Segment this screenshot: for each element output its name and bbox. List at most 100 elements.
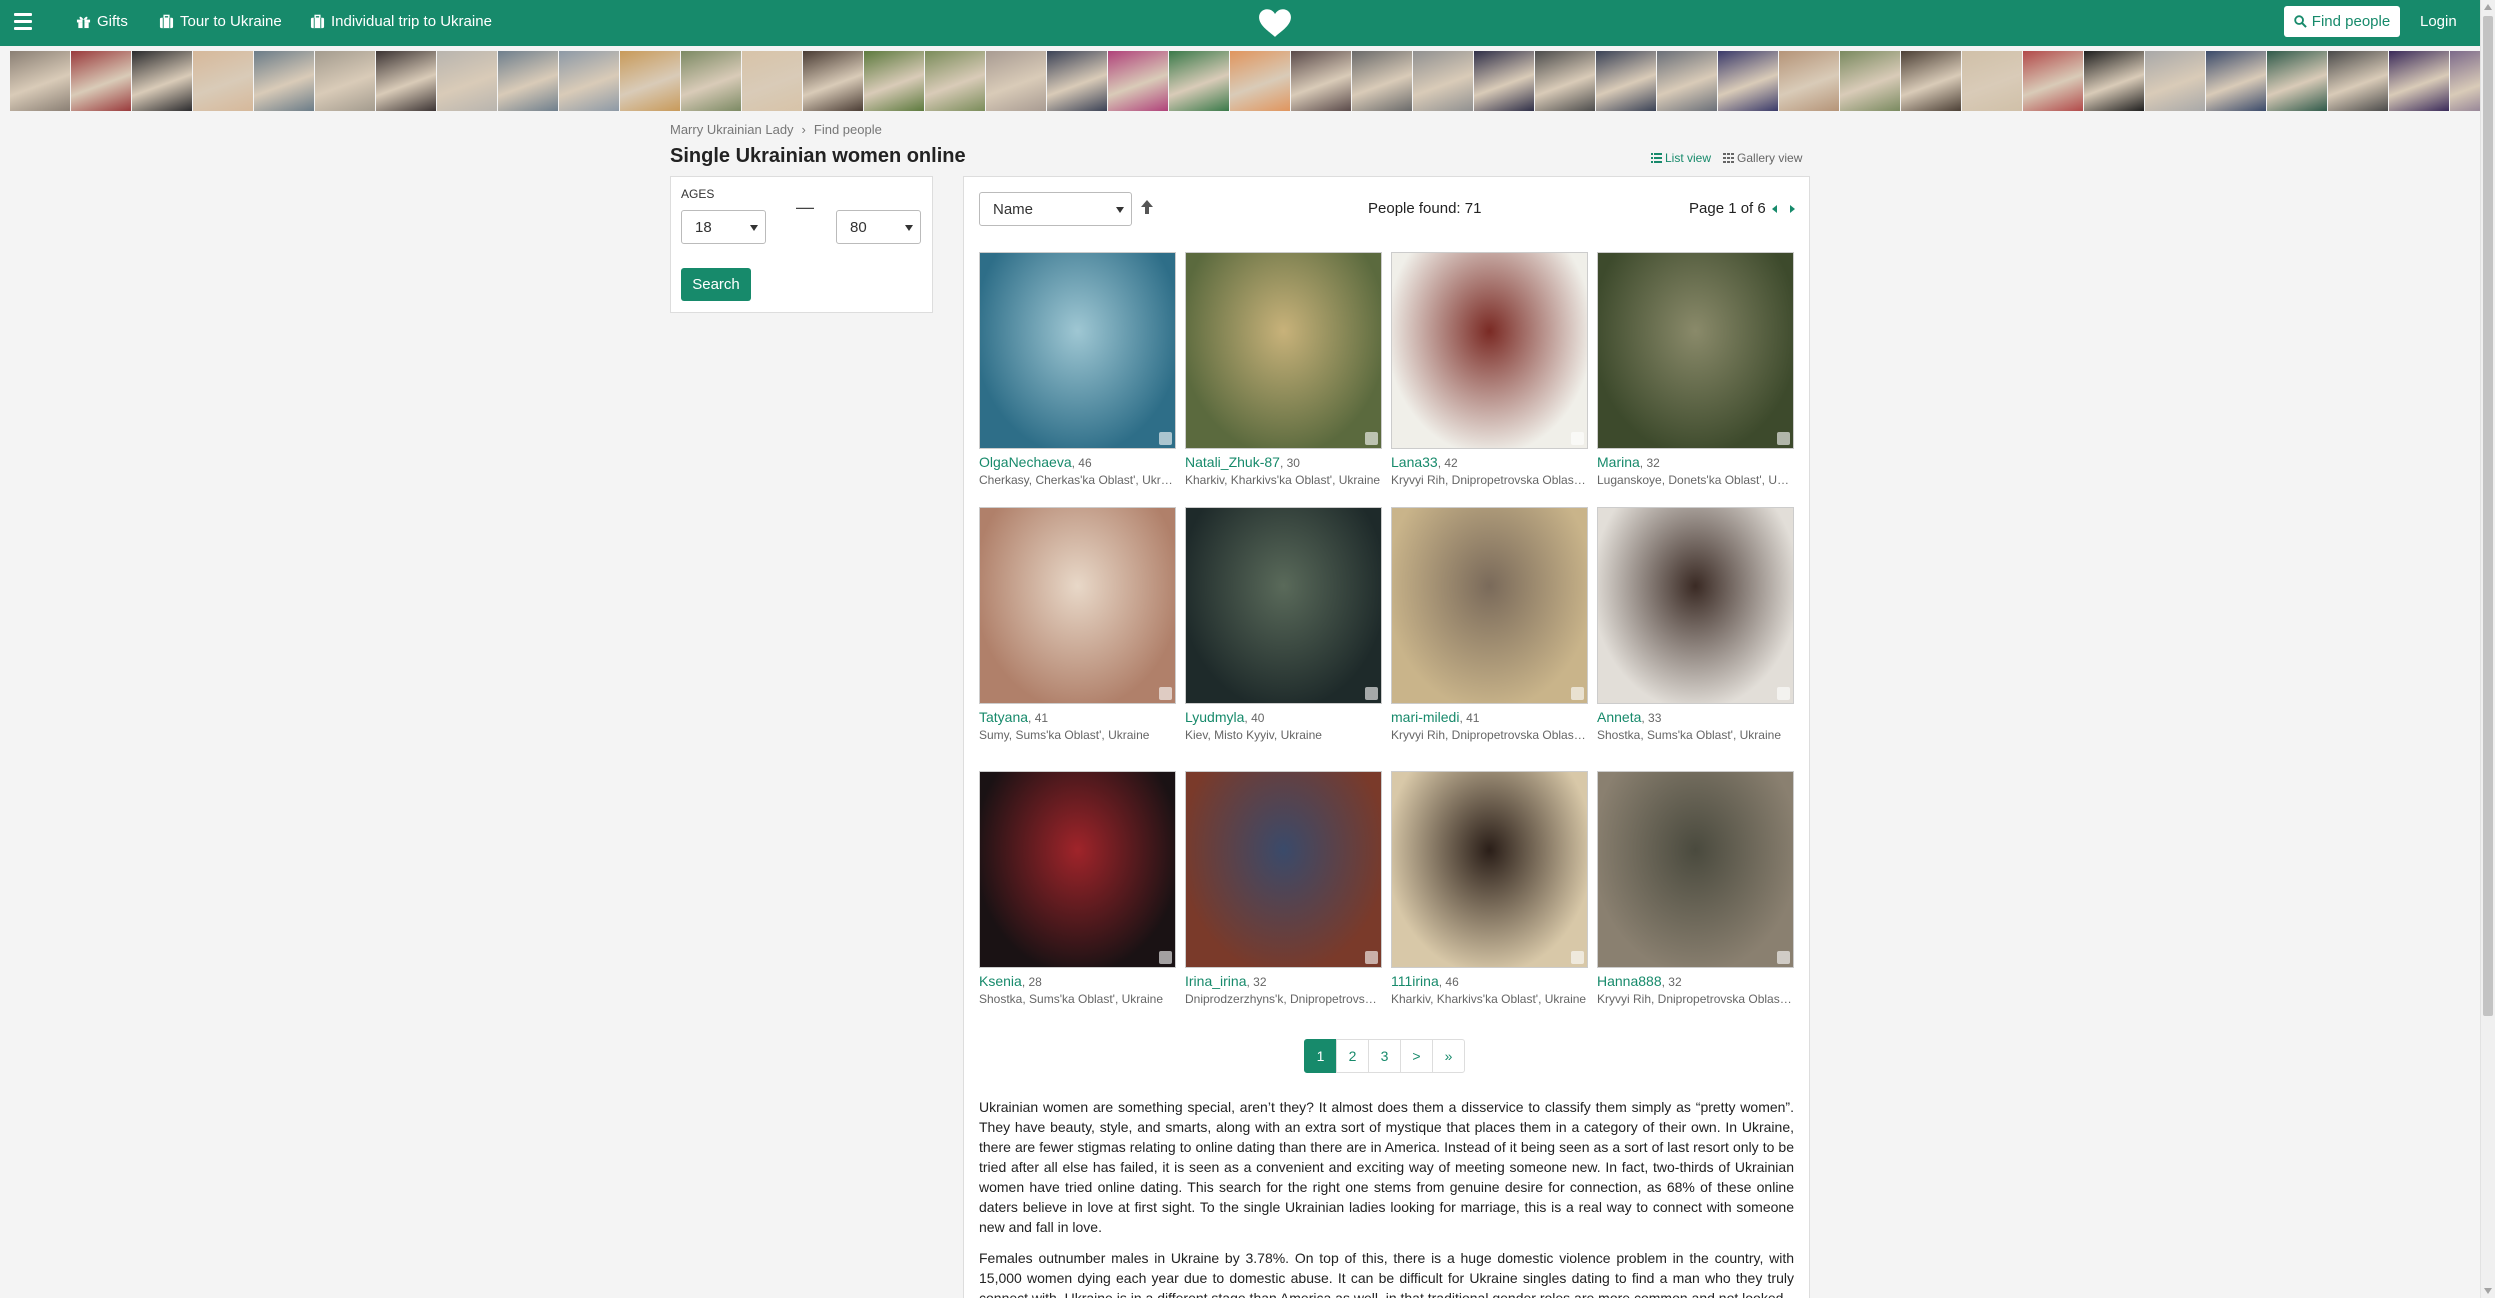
nav-individual-trip-link[interactable]: Individual trip to Ukraine	[309, 13, 492, 30]
strip-profile-photo[interactable]	[1413, 51, 1473, 111]
scroll-down-arrow-icon[interactable]	[2484, 1288, 2492, 1294]
strip-profile-photo[interactable]	[925, 51, 985, 111]
strip-profile-photo[interactable]	[1108, 51, 1168, 111]
strip-profile-photo[interactable]	[1474, 51, 1534, 111]
profile-name-link[interactable]: Anneta	[1597, 709, 1641, 725]
scrollbar-thumb[interactable]	[2483, 16, 2493, 1016]
profile-name-link[interactable]: Ksenia	[979, 973, 1022, 989]
list-view-link[interactable]: List view	[1651, 151, 1711, 165]
strip-profile-photo[interactable]	[742, 51, 802, 111]
login-link[interactable]: Login	[2420, 13, 2457, 30]
strip-profile-photo[interactable]	[1230, 51, 1290, 111]
profile-photo[interactable]	[979, 252, 1176, 449]
strip-profile-photo[interactable]	[254, 51, 314, 111]
strip-profile-photo[interactable]	[864, 51, 924, 111]
sort-direction-arrow-icon[interactable]	[1140, 199, 1154, 215]
profile-age: , 40	[1244, 711, 1265, 725]
profile-name-link[interactable]: Tatyana	[979, 709, 1028, 725]
age-from-select[interactable]: 18	[681, 210, 766, 244]
strip-profile-photo[interactable]	[1901, 51, 1961, 111]
hamburger-menu-icon[interactable]	[14, 13, 32, 33]
page-scrollbar[interactable]	[2480, 0, 2495, 1298]
profile-photo[interactable]	[1391, 507, 1588, 704]
strip-profile-photo[interactable]	[1962, 51, 2022, 111]
profile-name-link[interactable]: mari-miledi	[1391, 709, 1459, 725]
profile-photo[interactable]	[1185, 507, 1382, 704]
prev-page-arrow-icon[interactable]	[1772, 205, 1777, 213]
strip-profile-photo[interactable]	[2023, 51, 2083, 111]
sort-select[interactable]: Name	[979, 192, 1132, 226]
strip-profile-photo[interactable]	[1718, 51, 1778, 111]
list-view-label: List view	[1665, 151, 1712, 165]
pagination-button[interactable]: >	[1400, 1039, 1433, 1073]
pagination-button[interactable]: 3	[1368, 1039, 1401, 1073]
profile-photo[interactable]	[1597, 771, 1794, 968]
search-button[interactable]: Search	[681, 268, 751, 301]
strip-profile-photo[interactable]	[1291, 51, 1351, 111]
strip-profile-photo[interactable]	[193, 51, 253, 111]
strip-profile-photo[interactable]	[1047, 51, 1107, 111]
strip-profile-photo[interactable]	[71, 51, 131, 111]
strip-profile-photo[interactable]	[559, 51, 619, 111]
profile-location: Kryvyi Rih, Dnipropetrovska Oblast', Ukr…	[1391, 473, 1588, 487]
nav-gifts-link[interactable]: Gifts	[75, 13, 128, 30]
profile-name-link[interactable]: Marina	[1597, 454, 1640, 470]
strip-profile-photo[interactable]	[620, 51, 680, 111]
strip-profile-photo[interactable]	[1169, 51, 1229, 111]
strip-profile-photo[interactable]	[681, 51, 741, 111]
age-to-select[interactable]: 80	[836, 210, 921, 244]
strip-profile-photo[interactable]	[10, 51, 70, 111]
profile-name-line: Hanna888, 32	[1597, 973, 1794, 989]
find-people-button[interactable]: Find people	[2284, 6, 2400, 37]
profile-photo[interactable]	[1185, 252, 1382, 449]
profile-photo[interactable]	[979, 507, 1176, 704]
pagination-button[interactable]: »	[1432, 1039, 1465, 1073]
strip-profile-photo[interactable]	[803, 51, 863, 111]
profile-age: , 46	[1071, 456, 1092, 470]
strip-profile-photo[interactable]	[1840, 51, 1900, 111]
breadcrumb-home-link[interactable]: Marry Ukrainian Lady	[670, 122, 794, 137]
breadcrumb-current-link[interactable]: Find people	[814, 122, 882, 137]
strip-profile-photo[interactable]	[1352, 51, 1412, 111]
strip-profile-photo[interactable]	[2084, 51, 2144, 111]
strip-profile-photo[interactable]	[2267, 51, 2327, 111]
profile-photo[interactable]	[1391, 252, 1588, 449]
profile-photo[interactable]	[979, 771, 1176, 968]
scroll-up-arrow-icon[interactable]	[2484, 4, 2492, 10]
strip-profile-photo[interactable]	[1535, 51, 1595, 111]
profile-name-link[interactable]: Natali_Zhuk-87	[1185, 454, 1280, 470]
strip-profile-photo[interactable]	[132, 51, 192, 111]
heart-logo-icon[interactable]	[1258, 8, 1292, 38]
profile-name-link[interactable]: Irina_irina	[1185, 973, 1246, 989]
strip-profile-photo[interactable]	[2389, 51, 2449, 111]
profile-name-link[interactable]: OlgaNechaeva	[979, 454, 1072, 470]
profile-photo[interactable]	[1391, 771, 1588, 968]
profile-age: , 32	[1639, 456, 1660, 470]
strip-profile-photo[interactable]	[2206, 51, 2266, 111]
gallery-view-link[interactable]: Gallery view	[1723, 151, 1802, 165]
strip-profile-photo[interactable]	[2145, 51, 2205, 111]
strip-profile-photo[interactable]	[1596, 51, 1656, 111]
strip-profile-photo[interactable]	[1657, 51, 1717, 111]
strip-profile-photo[interactable]	[437, 51, 497, 111]
strip-profile-photo[interactable]	[2328, 51, 2388, 111]
pagination-button[interactable]: 2	[1336, 1039, 1369, 1073]
profile-photo[interactable]	[1597, 507, 1794, 704]
nav-tour-link[interactable]: Tour to Ukraine	[158, 13, 282, 30]
strip-profile-photo[interactable]	[1779, 51, 1839, 111]
nav-gifts-label: Gifts	[97, 13, 128, 30]
profile-name-link[interactable]: Lyudmyla	[1185, 709, 1244, 725]
profile-photo[interactable]	[1185, 771, 1382, 968]
profile-photo[interactable]	[1597, 252, 1794, 449]
next-page-arrow-icon[interactable]	[1790, 205, 1795, 213]
strip-profile-photo[interactable]	[376, 51, 436, 111]
pagination-button[interactable]: 1	[1304, 1039, 1337, 1073]
profile-name-link[interactable]: Lana33	[1391, 454, 1438, 470]
nav-individual-trip-label: Individual trip to Ukraine	[331, 13, 492, 30]
profile-name-link[interactable]: 111irina	[1391, 973, 1439, 989]
profile-name-link[interactable]: Hanna888	[1597, 973, 1662, 989]
strip-profile-photo[interactable]	[986, 51, 1046, 111]
profile-age: , 33	[1641, 711, 1662, 725]
strip-profile-photo[interactable]	[498, 51, 558, 111]
strip-profile-photo[interactable]	[315, 51, 375, 111]
